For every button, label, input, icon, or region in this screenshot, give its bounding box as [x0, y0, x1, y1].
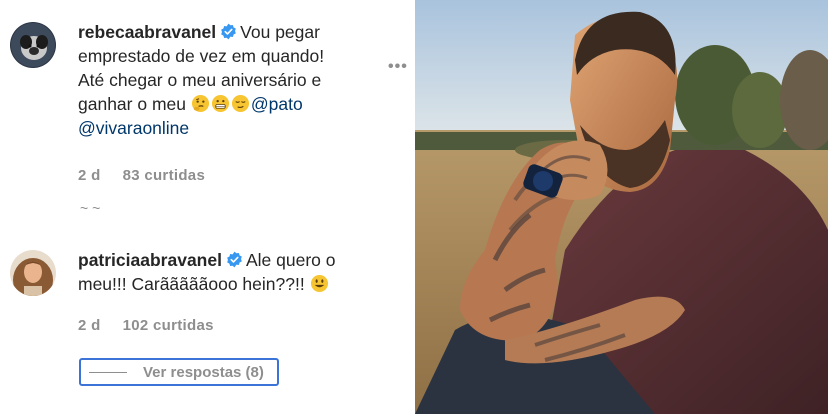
comment-text-line: Vou pegar [240, 22, 320, 42]
more-options-icon[interactable]: ••• [388, 58, 408, 76]
comment-body: patriciaabravanel Ale quero o meu!!! Carã… [78, 248, 378, 296]
comment-meta: 2 d 83 curtidas [78, 167, 227, 184]
verified-badge-icon [221, 23, 236, 40]
comments-panel: rebecaabravanel Vou pegar emprestado de v… [0, 0, 413, 414]
view-replies-label: Ver respostas (8) [143, 363, 264, 381]
mention-link[interactable]: @pato [251, 94, 303, 114]
post-photo[interactable] [415, 0, 828, 414]
comment-text-line: ganhar o meu [78, 94, 186, 114]
avatar[interactable] [10, 250, 56, 296]
likes-count[interactable]: 102 curtidas [123, 317, 214, 334]
comment-timestamp: 2 d [78, 317, 101, 334]
avatar[interactable] [10, 22, 56, 68]
photo-illustration [415, 0, 828, 414]
thinking-face-emoji-icon [191, 94, 209, 113]
replies-line [89, 371, 127, 373]
mention-link[interactable]: @vivaraonline [78, 118, 189, 138]
verified-badge-icon [227, 251, 242, 268]
comment-text-line: Até chegar o meu aniversário e [78, 70, 322, 90]
relieved-face-emoji-icon [231, 94, 249, 113]
comment-meta: 2 d 102 curtidas [78, 317, 236, 334]
comment-username[interactable]: patriciaabravanel [78, 250, 222, 270]
comment-text-line: emprestado de vez em quando! [78, 46, 325, 66]
thread-separator: ~ ~ [80, 200, 101, 216]
comment-username[interactable]: rebecaabravanel [78, 22, 216, 42]
comment-timestamp: 2 d [78, 167, 101, 184]
comment-text-line: Ale quero o [245, 250, 336, 270]
grimacing-face-emoji-icon [211, 94, 229, 113]
comment-body: rebecaabravanel Vou pegar emprestado de v… [78, 20, 378, 140]
comment-text-line: meu!!! Carãããããooo hein??!! [78, 274, 305, 294]
smiling-face-emoji-icon [310, 274, 328, 293]
likes-count[interactable]: 83 curtidas [123, 167, 206, 184]
view-replies-button[interactable]: Ver respostas (8) [79, 358, 279, 386]
